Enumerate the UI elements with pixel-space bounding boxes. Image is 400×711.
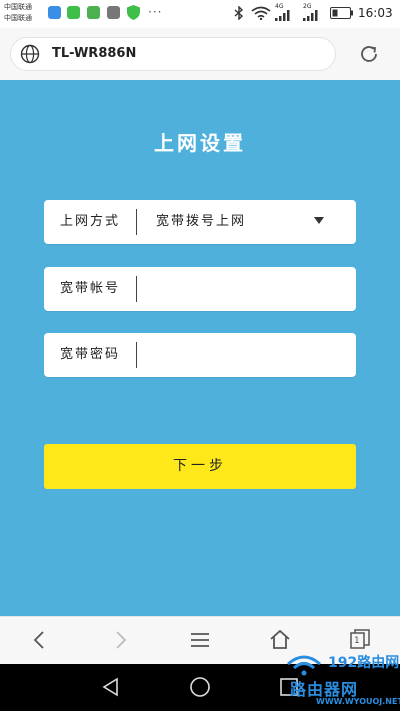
- bluetooth-icon: [234, 6, 244, 20]
- page-title: 上网设置: [154, 131, 246, 155]
- connection-type-select[interactable]: 上网方式 宽带拨号上网: [44, 200, 356, 244]
- forward-icon[interactable]: [108, 628, 132, 652]
- more-notifications-icon: ···: [148, 5, 163, 19]
- field-divider: [136, 342, 137, 368]
- notification-app-icon-3: [87, 6, 100, 19]
- network-type-1: 4G: [275, 3, 284, 10]
- signal-icon-1: [275, 10, 290, 21]
- carrier-label-2: 中国联通: [4, 14, 32, 22]
- home-icon[interactable]: [268, 628, 292, 652]
- password-label: 宽带密码: [60, 347, 121, 362]
- shield-icon: [127, 5, 140, 20]
- signal-icon-2: [303, 10, 318, 21]
- reload-icon[interactable]: [358, 43, 380, 65]
- notification-app-icon-4: [107, 6, 120, 19]
- password-input[interactable]: [139, 339, 356, 371]
- account-field: 宽带帐号: [44, 267, 356, 311]
- url-text[interactable]: TL-WR886N: [52, 44, 136, 64]
- account-label: 宽带帐号: [60, 281, 121, 296]
- account-input[interactable]: [139, 273, 356, 305]
- connection-type-label: 上网方式: [60, 214, 121, 229]
- tab-count: 1: [354, 636, 360, 646]
- next-button[interactable]: 下一步: [44, 444, 356, 489]
- status-bar: 中国联通 中国联通 ··· 4G 2G 16:03: [0, 0, 400, 28]
- wifi-icon: [251, 6, 271, 20]
- tabs-icon: [350, 629, 370, 649]
- wechat-icon: [67, 6, 80, 19]
- carrier-label-1: 中国联通: [4, 3, 32, 11]
- network-type-2: 2G: [303, 3, 312, 10]
- field-divider: [136, 209, 137, 235]
- watermark-line1: 192路由网: [328, 655, 400, 671]
- dropdown-arrow-icon[interactable]: [314, 217, 324, 224]
- connection-type-value[interactable]: 宽带拨号上网: [156, 200, 246, 244]
- notification-app-icon-1: [48, 6, 61, 19]
- password-field: 宽带密码: [44, 333, 356, 377]
- nav-home-icon[interactable]: [189, 676, 211, 698]
- wifi-watermark-icon: [287, 655, 321, 676]
- back-icon[interactable]: [28, 628, 52, 652]
- watermark-line3: WWW.WYOUOJ.NET: [316, 697, 400, 706]
- tabs-button[interactable]: 1: [348, 628, 372, 652]
- globe-icon: [20, 44, 40, 64]
- nav-back-icon[interactable]: [100, 676, 122, 698]
- field-divider: [136, 276, 137, 302]
- clock: 16:03: [358, 6, 393, 20]
- battery-icon: [330, 7, 353, 19]
- menu-icon[interactable]: [188, 628, 212, 652]
